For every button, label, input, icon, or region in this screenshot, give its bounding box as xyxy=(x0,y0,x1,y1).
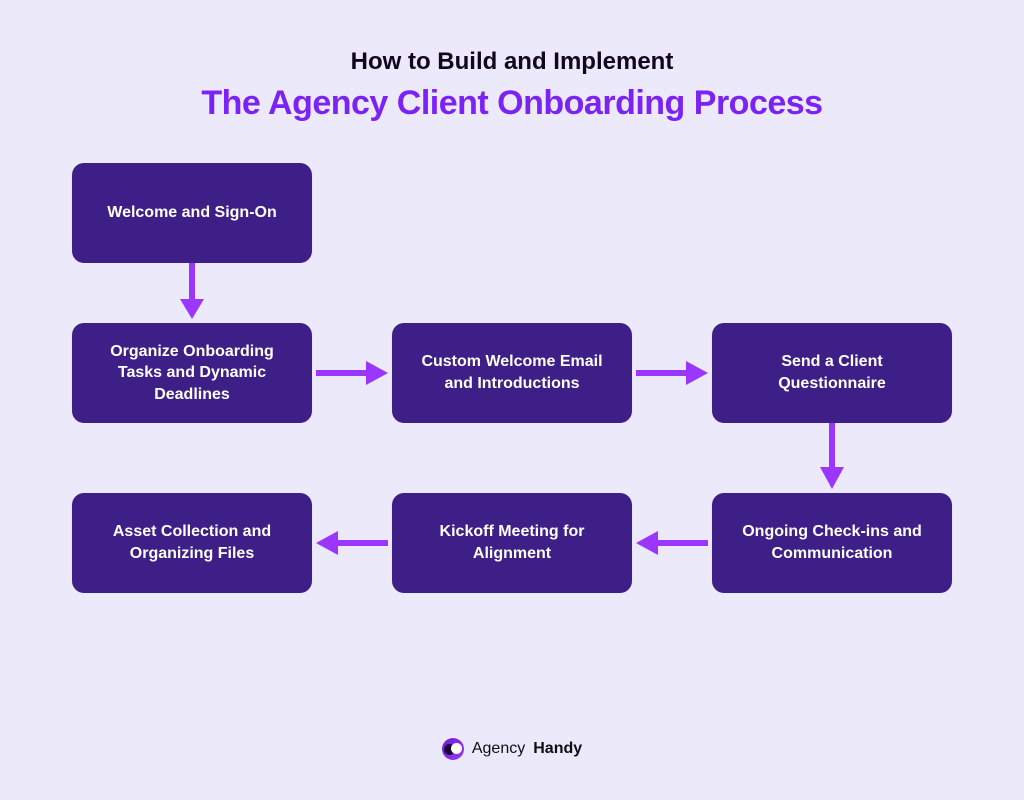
node-client-questionnaire: Send a Client Questionnaire xyxy=(712,323,952,423)
node-label: Custom Welcome Email and Introductions xyxy=(410,351,614,394)
flow-diagram: Welcome and Sign-On Organize Onboarding … xyxy=(0,123,1024,723)
node-label: Kickoff Meeting for Alignment xyxy=(410,521,614,564)
brand-logo-icon xyxy=(442,738,464,760)
arrow-left-icon xyxy=(636,531,708,555)
arrow-down-icon xyxy=(820,423,844,489)
arrow-down-2 xyxy=(820,423,844,489)
node-kickoff-meeting: Kickoff Meeting for Alignment xyxy=(392,493,632,593)
arrow-down-icon xyxy=(180,263,204,319)
node-label: Asset Collection and Organizing Files xyxy=(90,521,294,564)
arrow-down-1 xyxy=(180,263,204,319)
title-line-2: The Agency Client Onboarding Process xyxy=(0,84,1024,123)
node-label: Welcome and Sign-On xyxy=(107,202,277,224)
arrow-right-1 xyxy=(316,361,388,385)
title-line-1: How to Build and Implement xyxy=(0,48,1024,76)
node-label: Ongoing Check-ins and Communication xyxy=(730,521,934,564)
node-welcome-email: Custom Welcome Email and Introductions xyxy=(392,323,632,423)
arrow-left-1 xyxy=(636,531,708,555)
title-block: How to Build and Implement The Agency Cl… xyxy=(0,0,1024,123)
arrow-right-icon xyxy=(316,361,388,385)
arrow-right-icon xyxy=(636,361,708,385)
node-welcome-signon: Welcome and Sign-On xyxy=(72,163,312,263)
node-label: Send a Client Questionnaire xyxy=(730,351,934,394)
arrow-left-2 xyxy=(316,531,388,555)
arrow-left-icon xyxy=(316,531,388,555)
brand-word-1: Agency xyxy=(472,740,525,758)
node-asset-collection: Asset Collection and Organizing Files xyxy=(72,493,312,593)
arrow-right-2 xyxy=(636,361,708,385)
node-label: Organize Onboarding Tasks and Dynamic De… xyxy=(90,341,294,406)
brand-word-2: Handy xyxy=(533,740,582,758)
node-organize-tasks: Organize Onboarding Tasks and Dynamic De… xyxy=(72,323,312,423)
node-ongoing-checkins: Ongoing Check-ins and Communication xyxy=(712,493,952,593)
footer-brand: Agency Handy xyxy=(0,738,1024,760)
